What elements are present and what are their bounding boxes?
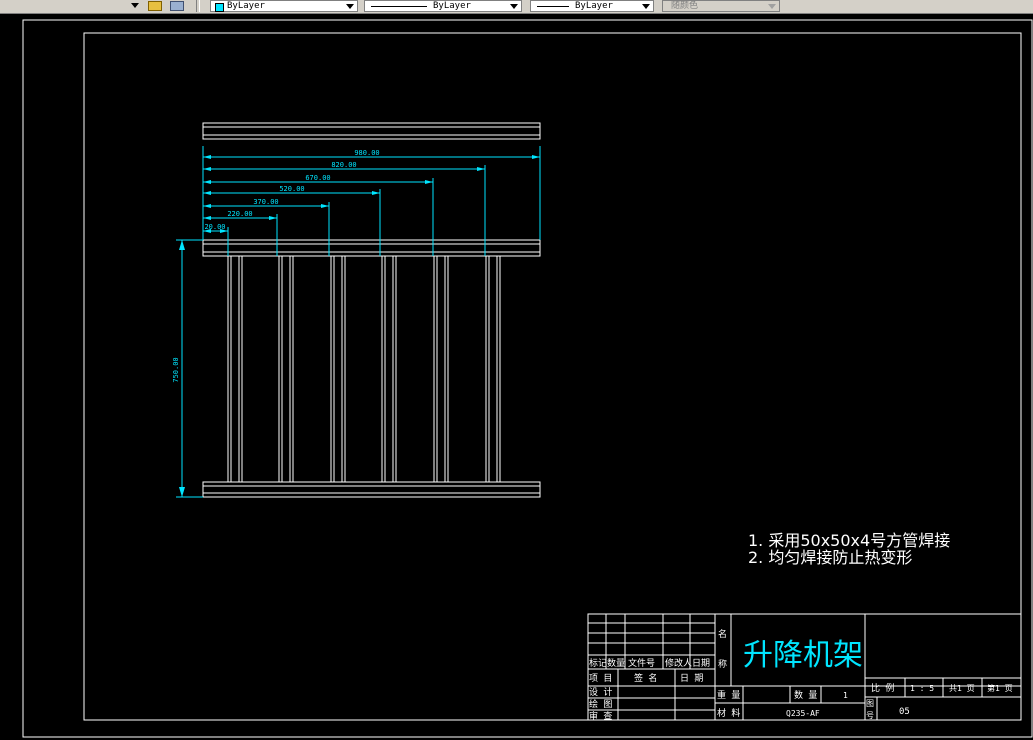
- lineweight-control-combo[interactable]: ByLayer: [530, 0, 654, 12]
- chevron-down-icon: [642, 4, 650, 9]
- bottom-rail: [202, 481, 541, 498]
- vertical-dimension: 750.00: [172, 239, 203, 498]
- sign-header-sign: 签 名: [634, 672, 657, 684]
- top-rail: [202, 239, 541, 257]
- rev-header-file: 文件号: [628, 657, 655, 669]
- material-value: Q235-AF: [786, 709, 820, 718]
- plotstyle-combo-value: 随颜色: [671, 1, 699, 11]
- qty-value: 1: [843, 691, 848, 700]
- color-control-combo[interactable]: ByLayer: [210, 0, 358, 12]
- inner-drawing-frame: [83, 32, 1022, 721]
- draw-label: 绘 图: [589, 698, 612, 710]
- lineweight-preview: [537, 6, 569, 7]
- vertical-post-4: [381, 255, 397, 483]
- dimension-text-7: 20.00: [204, 223, 225, 231]
- review-label: 审 查: [589, 710, 612, 722]
- layer-states-icon[interactable]: [168, 0, 184, 11]
- layer-previous-icon[interactable]: [146, 0, 162, 11]
- weight-label: 重 量: [717, 689, 740, 701]
- dimension-text-4: 520.00: [279, 185, 304, 193]
- dimension-text-5: 370.00: [253, 198, 278, 206]
- vertical-dimension-text: 750.00: [172, 357, 180, 382]
- dimension-text-2: 820.00: [331, 161, 356, 169]
- title-block-text: 标记 数量 文件号 修改人 日期 项 目 签 名 日 期 设 计 绘 图 审 查…: [589, 628, 1013, 722]
- vertical-post-2: [278, 255, 294, 483]
- design-label: 设 计: [589, 686, 612, 698]
- scale-value: 1 : 5: [910, 684, 934, 693]
- name-label-2: 称: [718, 658, 727, 670]
- name-label-1: 名: [718, 628, 727, 640]
- rev-header-qty: 数量: [607, 657, 625, 669]
- rev-header-editor: 修改人: [665, 657, 692, 669]
- sign-header-item: 项 目: [589, 673, 612, 684]
- sign-header-date: 日 期: [680, 673, 703, 684]
- rev-header-mark: 标记: [589, 657, 607, 669]
- dimension-text-3: 670.00: [305, 174, 330, 182]
- chevron-down-icon: [346, 4, 354, 9]
- color-swatch-icon: [215, 3, 224, 12]
- sheet-number: 第1 页: [987, 683, 1013, 693]
- linetype-combo-value: ByLayer: [433, 1, 471, 11]
- linetype-preview: [371, 6, 427, 7]
- lineweight-combo-value: ByLayer: [575, 1, 613, 11]
- vertical-post-6: [485, 255, 501, 483]
- material-label: 材 料: [717, 707, 740, 719]
- chevron-down-icon: [768, 4, 776, 9]
- vertical-post-5: [433, 255, 449, 483]
- linetype-control-combo[interactable]: ByLayer: [364, 0, 522, 12]
- drawing-canvas[interactable]: 980.00 820.00670.00520.00370.00220.0020.0…: [0, 14, 1033, 740]
- chevron-down-icon: [510, 4, 518, 9]
- drawing-title: 升降机架: [743, 638, 863, 673]
- top-view: [202, 122, 541, 140]
- qty-label: 数 量: [794, 689, 817, 701]
- properties-toolbar: ByLayer ByLayer ByLayer 随颜色: [0, 0, 1033, 14]
- dimension-text-1: 980.00: [354, 149, 379, 157]
- vertical-post-3: [330, 255, 346, 483]
- front-view-frame: [202, 239, 541, 498]
- drawing-no-label-1: 图: [866, 699, 874, 708]
- plotstyle-control-combo[interactable]: 随颜色: [662, 0, 780, 12]
- toolbar-dropdown-arrow[interactable]: [128, 0, 144, 11]
- rev-header-date: 日期: [692, 658, 710, 669]
- color-combo-value: ByLayer: [227, 1, 265, 11]
- note-2: 2. 均匀焊接防止热变形: [748, 548, 912, 567]
- vertical-post-1: [227, 255, 243, 483]
- drawing-number: 05: [899, 707, 910, 717]
- drawing-no-label-2: 号: [866, 711, 874, 720]
- technical-notes: 1. 采用50x50x4号方管焊接 2. 均匀焊接防止热变形: [748, 531, 950, 567]
- sheets-total: 共1 页: [949, 684, 975, 693]
- scale-label: 比 例: [871, 682, 894, 694]
- dimension-text-6: 220.00: [227, 210, 252, 218]
